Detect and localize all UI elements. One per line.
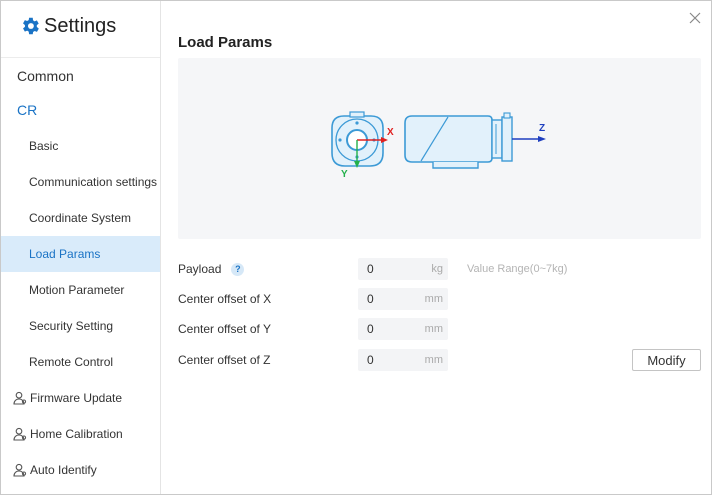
sidebar-item-remote-control[interactable]: Remote Control — [1, 344, 160, 380]
offset-z-label: Center offset of Z — [178, 353, 271, 367]
payload-label: Payload — [178, 262, 222, 276]
x-axis-label: X — [387, 127, 394, 138]
offset-z-input[interactable] — [358, 349, 420, 371]
sidebar-item-label: Load Params — [29, 247, 101, 261]
sidebar-item-coordinate-system[interactable]: Coordinate System — [1, 200, 160, 236]
payload-label-row: Payload ? — [178, 258, 245, 280]
sidebar-item-label: Auto Identify — [30, 463, 97, 477]
sidebar-item-cr[interactable]: CR — [1, 92, 160, 128]
offset-x-unit: mm — [424, 293, 443, 305]
sidebar-item-label: Security Setting — [29, 319, 114, 333]
app-brand: Settings — [19, 13, 116, 39]
sidebar-item-basic[interactable]: Basic — [1, 128, 160, 164]
sidebar-item-label: Coordinate System — [29, 211, 132, 225]
sidebar-item-label: Communication settings — [29, 175, 158, 189]
payload-range-hint: Value Range(0~7kg) — [467, 263, 568, 275]
sidebar-item-label: Home Calibration — [30, 427, 123, 441]
load-params-diagram: X Y Z — [178, 58, 701, 239]
offset-y-field: mm — [358, 318, 448, 340]
sidebar-item-label: Motion Parameter — [29, 283, 125, 297]
sidebar-item-label: Firmware Update — [30, 391, 123, 405]
offset-y-label: Center offset of Y — [178, 322, 271, 336]
offset-x-field: mm — [358, 288, 448, 310]
gear-icon — [23, 17, 39, 35]
robot-tool-illustration: X Y Z — [331, 111, 546, 180]
sidebar-item-label: Common — [17, 68, 74, 84]
offset-x-label: Center offset of X — [178, 292, 272, 306]
modify-button[interactable]: Modify — [632, 349, 701, 371]
sidebar-item-firmware-update[interactable]: Firmware Update — [1, 380, 160, 416]
payload-unit: kg — [431, 263, 443, 275]
offset-y-label-row: Center offset of Y — [178, 318, 271, 340]
offset-y-input[interactable] — [358, 318, 420, 340]
sidebar-item-common[interactable]: Common — [1, 58, 160, 94]
sidebar-item-label: Remote Control — [29, 355, 114, 369]
sidebar-item-auto-identify[interactable]: Auto Identify — [1, 452, 160, 488]
y-axis-label: Y — [341, 169, 348, 180]
sidebar-item-motion-parameter[interactable]: Motion Parameter — [1, 272, 160, 308]
offset-z-label-row: Center offset of Z — [178, 349, 271, 371]
offset-x-input[interactable] — [358, 288, 420, 310]
sidebar: Settings Common CR Basic Communication s… — [1, 1, 161, 494]
sidebar-item-label: CR — [17, 102, 38, 118]
help-icon[interactable]: ? — [231, 262, 245, 276]
sidebar-item-communication-settings[interactable]: Communication settings — [1, 164, 160, 200]
close-icon[interactable] — [688, 11, 702, 25]
sidebar-item-security-setting[interactable]: Security Setting — [1, 308, 160, 344]
settings-window: Settings Common CR Basic Communication s… — [0, 0, 712, 495]
payload-field: kg — [358, 258, 448, 280]
offset-z-unit: mm — [424, 354, 443, 366]
user-icon — [13, 427, 27, 441]
sidebar-item-load-params[interactable]: Load Params — [1, 236, 160, 272]
user-icon — [13, 463, 27, 477]
sidebar-item-label: Basic — [29, 139, 59, 153]
joint-side-view — [404, 112, 513, 169]
app-title: Settings — [44, 14, 117, 37]
page-title: Load Params — [178, 34, 273, 51]
offset-z-field: mm — [358, 349, 448, 371]
offset-y-unit: mm — [424, 323, 443, 335]
user-icon — [13, 391, 27, 405]
offset-x-label-row: Center offset of X — [178, 288, 271, 310]
z-axis-label: Z — [539, 123, 545, 134]
payload-input[interactable] — [358, 258, 420, 280]
sidebar-item-home-calibration[interactable]: Home Calibration — [1, 416, 160, 452]
